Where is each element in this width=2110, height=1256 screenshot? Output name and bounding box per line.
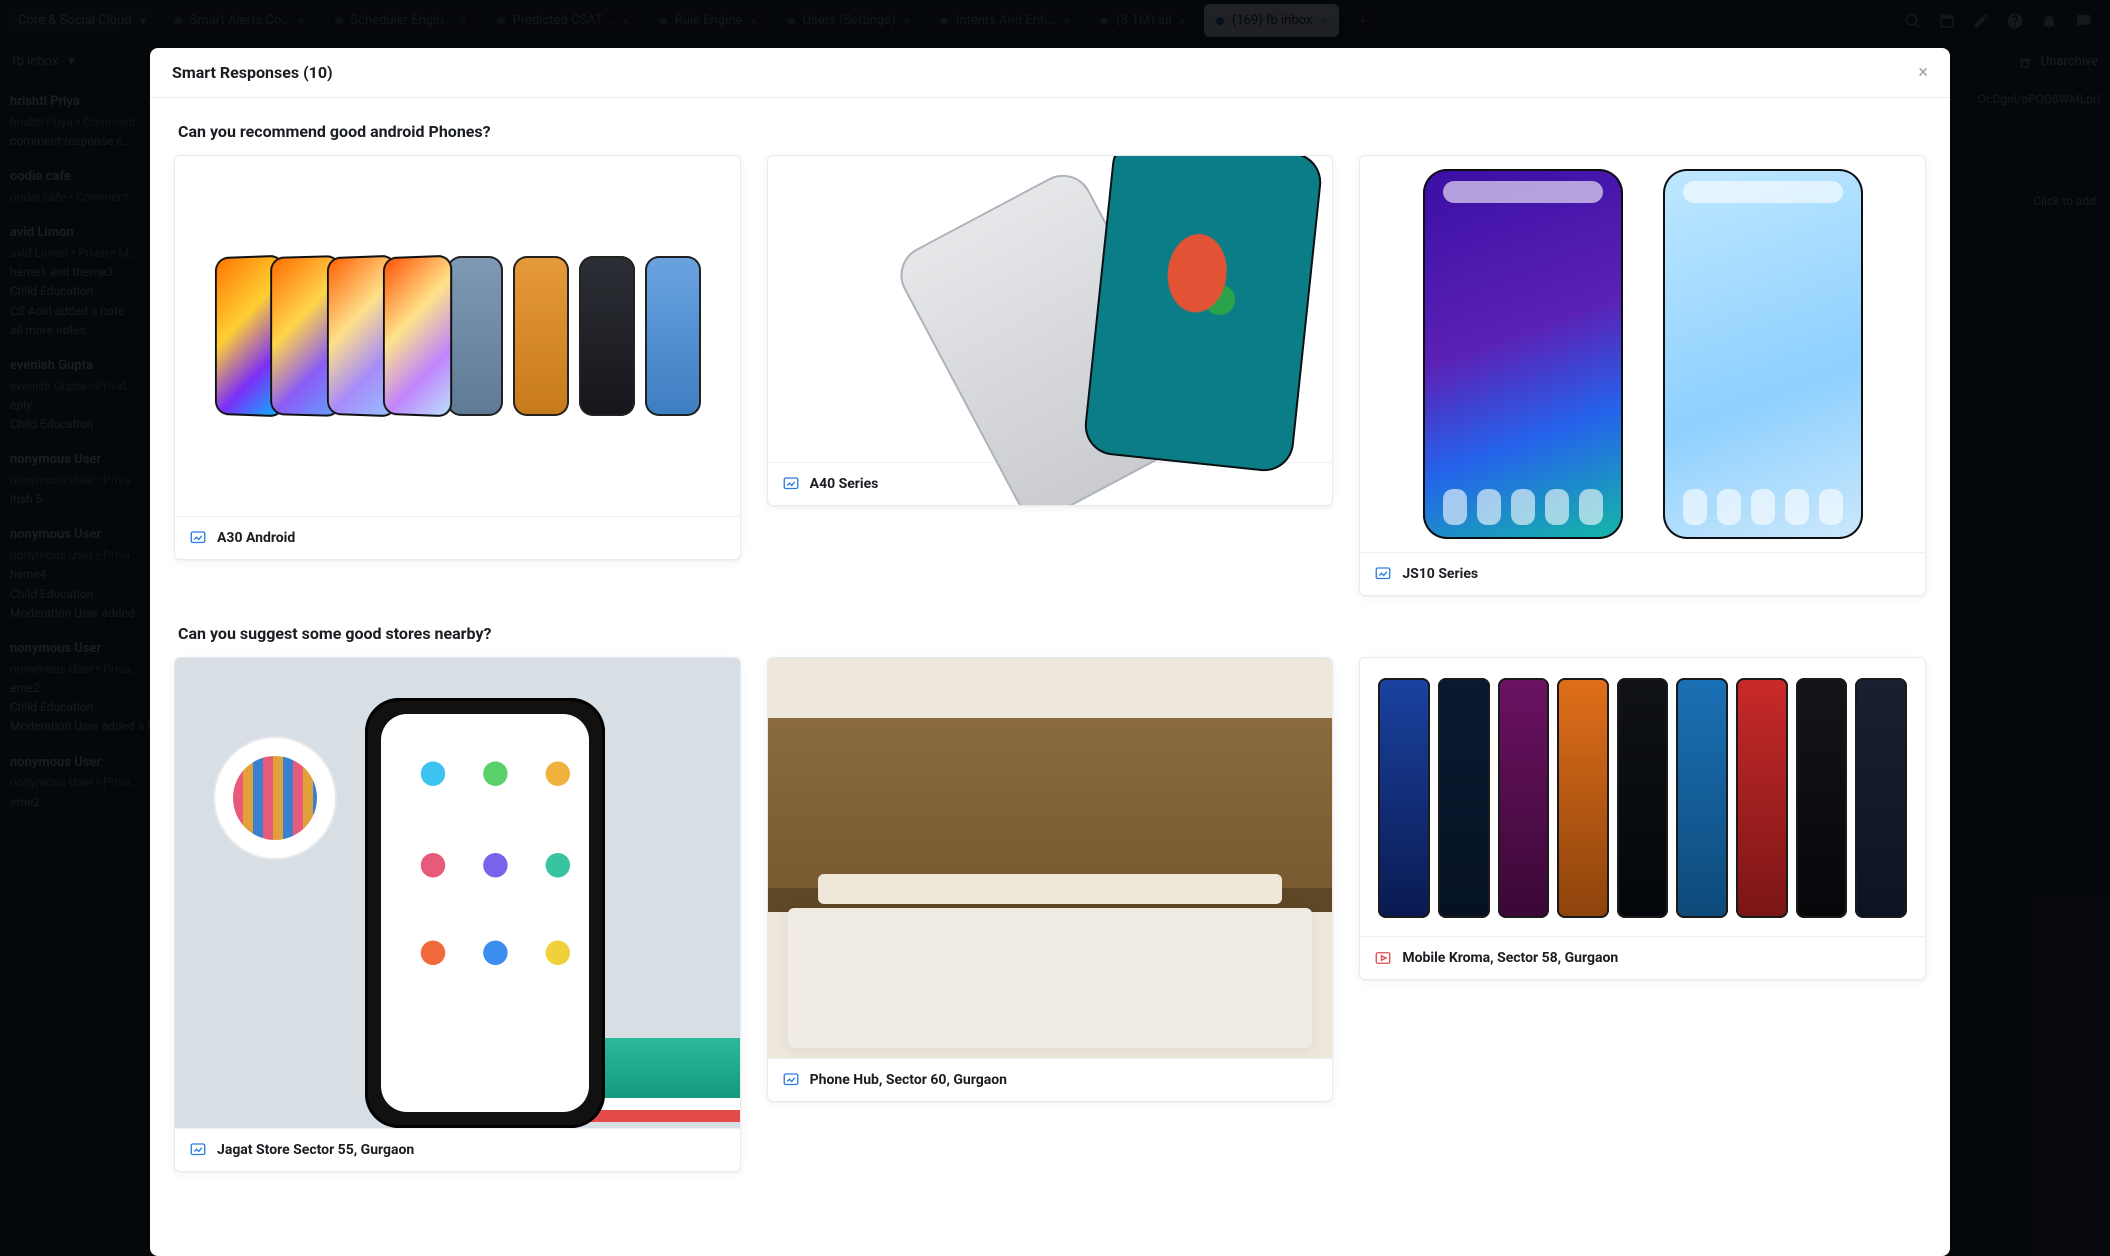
image-icon [782,1071,800,1089]
card-image [768,156,1333,462]
card-label-row: JS10 Series [1360,552,1925,595]
card-label: Phone Hub, Sector 60, Gurgaon [810,1072,1007,1088]
card-image [175,156,740,516]
response-card-phone-hub[interactable]: Phone Hub, Sector 60, Gurgaon [767,657,1334,1102]
modal-body: Can you recommend good android Phones? A… [150,98,1950,1196]
card-label-row: Jagat Store Sector 55, Gurgaon [175,1128,740,1171]
image-icon [782,475,800,493]
card-label-row: Mobile Kroma, Sector 58, Gurgaon [1360,936,1925,979]
response-card-jagat[interactable]: Jagat Store Sector 55, Gurgaon [174,657,741,1172]
card-label: JS10 Series [1402,566,1478,582]
card-label: Jagat Store Sector 55, Gurgaon [217,1142,414,1158]
cards-row: Jagat Store Sector 55, Gurgaon Phone Hub… [174,657,1926,1172]
image-icon [189,529,207,547]
card-image [768,658,1333,1058]
response-card-js10[interactable]: JS10 Series [1359,155,1926,596]
image-icon [1374,565,1392,583]
section-title: Can you suggest some good stores nearby? [178,624,1922,643]
card-image [1360,658,1925,936]
cards-row: A30 Android A40 Series [174,155,1926,596]
card-image [1360,156,1925,552]
section-title: Can you recommend good android Phones? [178,122,1922,141]
close-button[interactable]: × [1918,62,1928,83]
smart-responses-modal: Smart Responses (10) × Can you recommend… [150,48,1950,1256]
card-label: A30 Android [217,530,295,546]
card-label: A40 Series [810,476,879,492]
card-image [175,658,740,1128]
response-card-a40[interactable]: A40 Series [767,155,1334,506]
modal-header: Smart Responses (10) × [150,48,1950,98]
response-card-kroma[interactable]: Mobile Kroma, Sector 58, Gurgaon [1359,657,1926,980]
card-label-row: Phone Hub, Sector 60, Gurgaon [768,1058,1333,1101]
response-card-a30[interactable]: A30 Android [174,155,741,560]
card-label: Mobile Kroma, Sector 58, Gurgaon [1402,950,1618,966]
modal-title: Smart Responses (10) [172,63,333,82]
card-label-row: A30 Android [175,516,740,559]
image-icon [189,1141,207,1159]
video-icon [1374,949,1392,967]
